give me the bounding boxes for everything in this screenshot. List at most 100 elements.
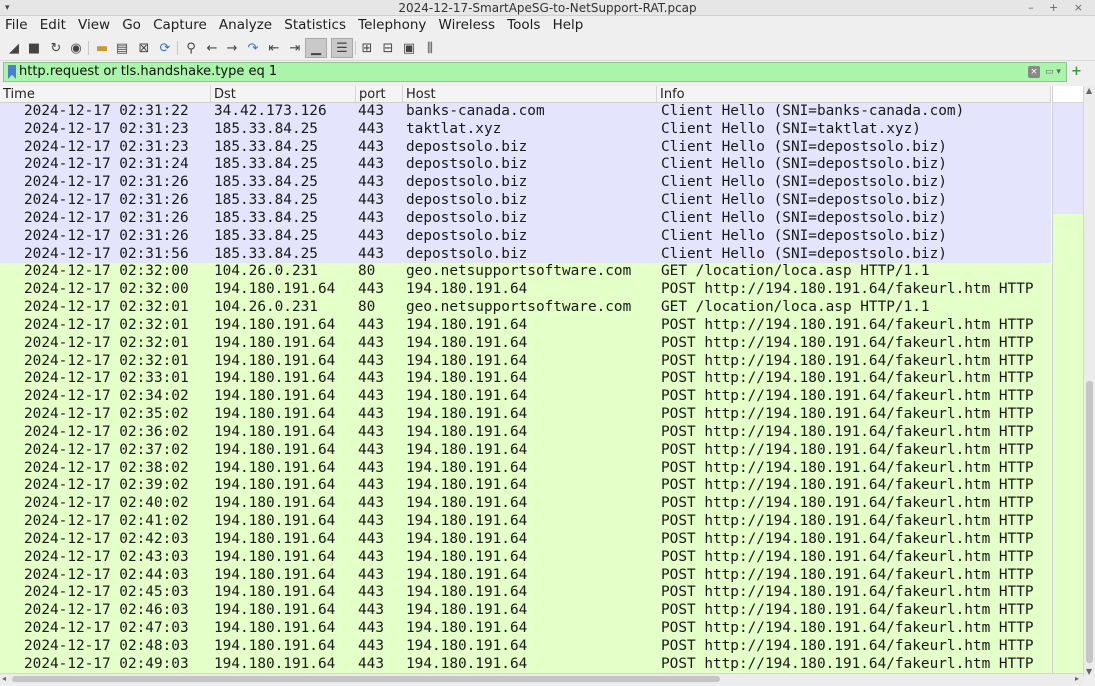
menu-edit[interactable]: Edit	[37, 16, 69, 35]
go-back-icon[interactable]: ←	[203, 39, 221, 57]
column-header-port[interactable]: port	[356, 86, 403, 103]
scroll-right-icon[interactable]: ▸	[1075, 674, 1079, 684]
menu-go[interactable]: Go	[119, 16, 144, 35]
start-capture-icon[interactable]: ◢	[5, 39, 23, 57]
packet-row[interactable]: 2024-12-17 02:42:03 194.180.191.64 443 194.…	[0, 530, 1051, 549]
colorize-icon[interactable]: ☰	[331, 38, 353, 58]
cell-port: 443	[358, 174, 384, 191]
horizontal-scrollbar[interactable]: ◂ ▸	[0, 673, 1083, 684]
find-packet-icon[interactable]: ⚲	[182, 39, 200, 57]
scroll-down-icon[interactable]: ▼	[1086, 667, 1092, 676]
cell-port: 443	[358, 530, 384, 547]
packet-row[interactable]: 2024-12-17 02:47:03 194.180.191.64 443 194.…	[0, 620, 1051, 638]
clear-filter-icon[interactable]: ×	[1028, 66, 1040, 78]
packet-row[interactable]: 2024-12-17 02:35:02 194.180.191.64 443 194.…	[0, 406, 1051, 424]
cell-info: POST http://194.180.191.64/fakeurl.htm H…	[661, 281, 1034, 298]
restart-capture-icon[interactable]: ↻	[47, 39, 65, 57]
cell-port: 443	[358, 138, 384, 155]
cell-info: POST http://194.180.191.64/fakeurl.htm H…	[661, 513, 1034, 530]
cell-host: 194.180.191.64	[406, 459, 528, 476]
save-file-icon[interactable]: ▤	[113, 39, 131, 57]
packet-row[interactable]: 2024-12-17 02:38:02 194.180.191.64 443 194.…	[0, 459, 1051, 478]
packet-row[interactable]: 2024-12-17 02:33:01 194.180.191.64 443 194.…	[0, 370, 1051, 389]
packet-row[interactable]: 2024-12-17 02:37:02 194.180.191.64 443 194.…	[0, 441, 1051, 460]
packet-row[interactable]: 2024-12-17 02:31:26 185.33.84.25 443 depost…	[0, 192, 1051, 210]
open-file-icon[interactable]: ▬	[93, 39, 111, 57]
scroll-left-icon[interactable]: ◂	[2, 674, 6, 684]
packet-row[interactable]: 2024-12-17 02:34:02 194.180.191.64 443 194.…	[0, 388, 1051, 407]
packet-row[interactable]: 2024-12-17 02:41:02 194.180.191.64 443 194.…	[0, 513, 1051, 531]
display-filter-bar[interactable]: http.request or tls.handshake.type eq 1 …	[3, 62, 1067, 82]
vertical-scroll-thumb[interactable]	[1086, 381, 1093, 663]
menu-analyze[interactable]: Analyze	[216, 16, 275, 35]
cell-host: 194.180.191.64	[406, 352, 528, 369]
column-header-host[interactable]: Host	[403, 86, 657, 103]
packet-list[interactable]: Time Dst port Host Info 2024-12-17 02:31…	[0, 86, 1095, 676]
packet-row[interactable]: 2024-12-17 02:32:00 104.26.0.231 80 geo.net…	[0, 263, 1051, 282]
cell-dst: 185.33.84.25	[214, 138, 318, 155]
cell-time: 2024-12-17 02:33:01	[24, 370, 189, 387]
cell-time: 2024-12-17 02:32:00	[24, 263, 189, 280]
column-header-time[interactable]: Time	[0, 86, 211, 103]
packet-row[interactable]: 2024-12-17 02:36:02 194.180.191.64 443 194.…	[0, 423, 1051, 442]
capture-options-icon[interactable]: ◉	[67, 39, 85, 57]
packet-row[interactable]: 2024-12-17 02:32:00 194.180.191.64 443 194.…	[0, 281, 1051, 300]
packet-row[interactable]: 2024-12-17 02:44:03 194.180.191.64 443 194.…	[0, 566, 1051, 585]
last-packet-icon[interactable]: ⇥	[286, 39, 304, 57]
column-header-dst[interactable]: Dst	[211, 86, 356, 103]
resize-columns-icon[interactable]: ⫼	[421, 39, 439, 57]
go-to-packet-icon[interactable]: ↷	[244, 39, 262, 57]
menu-statistics[interactable]: Statistics	[281, 16, 349, 35]
cell-info: GET /location/loca.asp HTTP/1.1	[661, 263, 930, 280]
window-controls[interactable]: – + ×	[1028, 0, 1089, 16]
packet-row[interactable]: 2024-12-17 02:45:03 194.180.191.64 443 194.…	[0, 584, 1051, 603]
packet-row[interactable]: 2024-12-17 02:31:26 185.33.84.25 443 depost…	[0, 209, 1051, 228]
cell-time: 2024-12-17 02:31:26	[24, 192, 189, 209]
menu-file[interactable]: File	[2, 16, 31, 35]
packet-row[interactable]: 2024-12-17 02:31:23 185.33.84.25 443 depost…	[0, 138, 1051, 157]
packet-row[interactable]: 2024-12-17 02:40:02 194.180.191.64 443 194.…	[0, 495, 1051, 514]
menu-telephony[interactable]: Telephony	[355, 16, 429, 35]
cell-host: depostsolo.biz	[406, 209, 528, 226]
display-filter-input[interactable]: http.request or tls.handshake.type eq 1	[19, 63, 277, 81]
vertical-scrollbar[interactable]: ▲ ▼	[1083, 86, 1095, 676]
column-header-info[interactable]: Info	[657, 86, 1051, 103]
packet-minimap[interactable]	[1052, 86, 1084, 676]
packet-row[interactable]: 2024-12-17 02:39:02 194.180.191.64 443 194.…	[0, 477, 1051, 496]
menu-view[interactable]: View	[75, 16, 113, 35]
scroll-up-icon[interactable]: ▲	[1086, 86, 1092, 95]
packet-row[interactable]: 2024-12-17 02:31:26 185.33.84.25 443 depost…	[0, 174, 1051, 193]
packet-row[interactable]: 2024-12-17 02:31:23 185.33.84.25 443 taktla…	[0, 120, 1051, 139]
packet-row[interactable]: 2024-12-17 02:32:01 194.180.191.64 443 194.…	[0, 334, 1051, 353]
first-packet-icon[interactable]: ⇤	[265, 39, 283, 57]
packet-row[interactable]: 2024-12-17 02:46:03 194.180.191.64 443 194.…	[0, 602, 1051, 621]
bookmark-icon[interactable]	[8, 65, 16, 79]
packet-row[interactable]: 2024-12-17 02:31:22 34.42.173.126 443 banks…	[0, 103, 1051, 121]
cell-host: 194.180.191.64	[406, 334, 528, 351]
stop-capture-icon[interactable]: ■	[25, 39, 43, 57]
close-file-icon[interactable]: ⊠	[135, 39, 153, 57]
packet-row[interactable]: 2024-12-17 02:49:03 194.180.191.64 443 194.…	[0, 655, 1051, 674]
packet-row[interactable]: 2024-12-17 02:32:01 104.26.0.231 80 geo.net…	[0, 299, 1051, 317]
horizontal-scroll-thumb[interactable]	[12, 676, 720, 682]
zoom-out-icon[interactable]: ⊟	[379, 39, 397, 57]
add-filter-button[interactable]: +	[1071, 64, 1082, 79]
normal-size-icon[interactable]: ▣	[400, 39, 418, 57]
go-forward-icon[interactable]: →	[223, 39, 241, 57]
reload-file-icon[interactable]: ⟳	[156, 39, 174, 57]
packet-row[interactable]: 2024-12-17 02:31:56 185.33.84.25 443 depost…	[0, 245, 1051, 264]
packet-row[interactable]: 2024-12-17 02:31:26 185.33.84.25 443 depost…	[0, 227, 1051, 246]
menu-capture[interactable]: Capture	[150, 16, 210, 35]
auto-scroll-icon[interactable]: ▁	[305, 38, 327, 58]
recent-filters-icon[interactable]: ▭ ▾	[1042, 66, 1064, 78]
packet-row[interactable]: 2024-12-17 02:32:01 194.180.191.64 443 194.…	[0, 316, 1051, 335]
packet-row[interactable]: 2024-12-17 02:48:03 194.180.191.64 443 194.…	[0, 637, 1051, 656]
menu-help[interactable]: Help	[550, 16, 587, 35]
menu-wireless[interactable]: Wireless	[436, 16, 499, 35]
packet-row[interactable]: 2024-12-17 02:32:01 194.180.191.64 443 194.…	[0, 352, 1051, 371]
menu-tools[interactable]: Tools	[504, 16, 543, 35]
packet-row[interactable]: 2024-12-17 02:43:03 194.180.191.64 443 194.…	[0, 548, 1051, 567]
cell-info: POST http://194.180.191.64/fakeurl.htm H…	[661, 406, 1034, 423]
packet-row[interactable]: 2024-12-17 02:31:24 185.33.84.25 443 depost…	[0, 156, 1051, 175]
zoom-in-icon[interactable]: ⊞	[358, 39, 376, 57]
